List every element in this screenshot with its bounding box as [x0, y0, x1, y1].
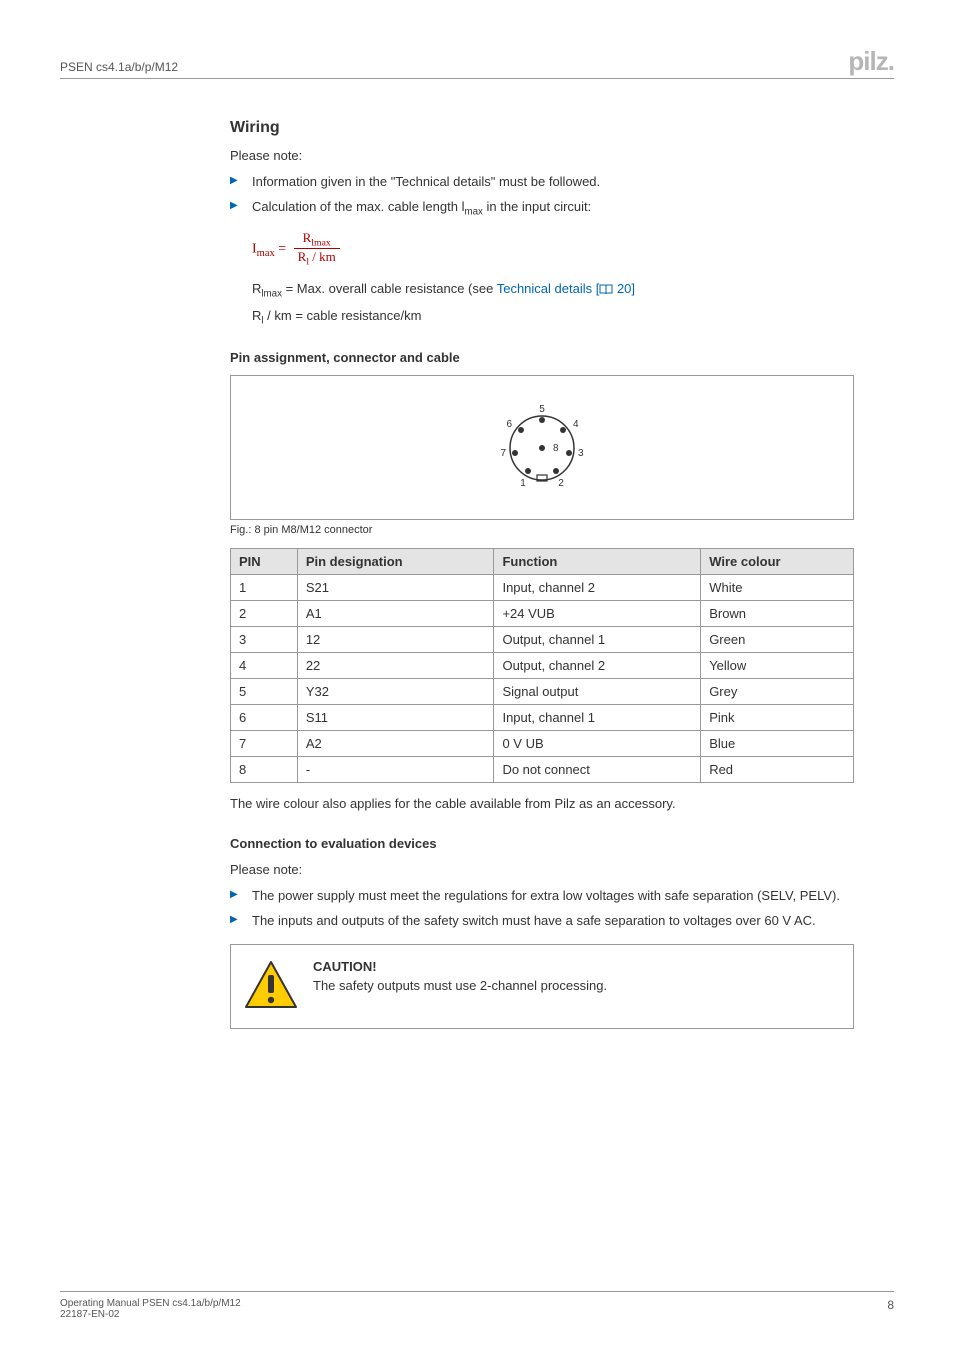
caution-title: CAUTION! — [313, 959, 837, 974]
page-header: PSEN cs4.1a/b/p/M12 pilz. — [60, 48, 894, 79]
table-row: 312Output, channel 1Green — [231, 627, 854, 653]
diagram-caption: Fig.: 8 pin M8/M12 connector — [230, 524, 854, 536]
pilz-logo: pilz. — [848, 48, 894, 74]
col-wire-colour: Wire colour — [701, 549, 854, 575]
pin-assignment-heading: Pin assignment, connector and cable — [230, 350, 854, 365]
connection-intro: Please note: — [230, 861, 854, 879]
wire-colour-note: The wire colour also applies for the cab… — [230, 795, 854, 813]
svg-text:2: 2 — [558, 478, 564, 489]
svg-text:5: 5 — [539, 404, 545, 415]
col-pin: PIN — [231, 549, 298, 575]
connection-heading: Connection to evaluation devices — [230, 836, 854, 851]
svg-text:8: 8 — [553, 443, 559, 454]
m12-connector-icon: 5 4 3 2 1 7 6 8 — [487, 393, 597, 503]
book-icon — [599, 282, 613, 300]
wiring-heading: Wiring — [230, 119, 854, 137]
wiring-bullets: Information given in the "Technical deta… — [230, 173, 854, 220]
wiring-intro: Please note: — [230, 147, 854, 165]
svg-text:6: 6 — [506, 419, 512, 430]
page-footer: Operating Manual PSEN cs4.1a/b/p/M12 221… — [60, 1291, 894, 1320]
cable-length-formula: Imax = Rlmax Rl / km — [252, 230, 854, 268]
wiring-bullet-1: Information given in the "Technical deta… — [230, 173, 854, 192]
connection-bullets: The power supply must meet the regulatio… — [230, 887, 854, 931]
caution-box: CAUTION! The safety outputs must use 2-c… — [230, 944, 854, 1029]
main-content: Wiring Please note: Information given in… — [230, 119, 854, 1029]
r-l-definition: Rl / km = cable resistance/km — [252, 307, 854, 328]
table-row: 8-Do not connectRed — [231, 757, 854, 783]
connection-bullet-1: The power supply must meet the regulatio… — [230, 887, 854, 906]
page-number: 8 — [887, 1298, 894, 1312]
svg-text:3: 3 — [578, 448, 584, 459]
pin-table-body: 1S21Input, channel 2White 2A1+24 VUBBrow… — [231, 575, 854, 783]
svg-text:1: 1 — [520, 478, 526, 489]
warning-icon — [243, 959, 299, 1014]
wiring-bullet-2: Calculation of the max. cable length lma… — [230, 198, 854, 220]
technical-details-link[interactable]: Technical details [ 20] — [497, 281, 635, 296]
connector-diagram: 5 4 3 2 1 7 6 8 — [230, 375, 854, 520]
table-row: 5Y32Signal outputGrey — [231, 679, 854, 705]
table-row: 2A1+24 VUBBrown — [231, 601, 854, 627]
table-row: 422Output, channel 2Yellow — [231, 653, 854, 679]
col-function: Function — [494, 549, 701, 575]
caution-body: The safety outputs must use 2-channel pr… — [313, 978, 837, 993]
table-row: 1S21Input, channel 2White — [231, 575, 854, 601]
connection-bullet-2: The inputs and outputs of the safety swi… — [230, 912, 854, 931]
header-product: PSEN cs4.1a/b/p/M12 — [60, 60, 178, 74]
col-designation: Pin designation — [297, 549, 494, 575]
svg-text:4: 4 — [573, 419, 579, 430]
pin-assignment-table: PIN Pin designation Function Wire colour… — [230, 548, 854, 783]
svg-text:7: 7 — [500, 448, 506, 459]
table-row: 7A20 V UBBlue — [231, 731, 854, 757]
table-row: 6S11Input, channel 1Pink — [231, 705, 854, 731]
footer-left: Operating Manual PSEN cs4.1a/b/p/M12 221… — [60, 1298, 241, 1320]
r-lmax-definition: Rlmax = Max. overall cable resistance (s… — [252, 280, 854, 301]
